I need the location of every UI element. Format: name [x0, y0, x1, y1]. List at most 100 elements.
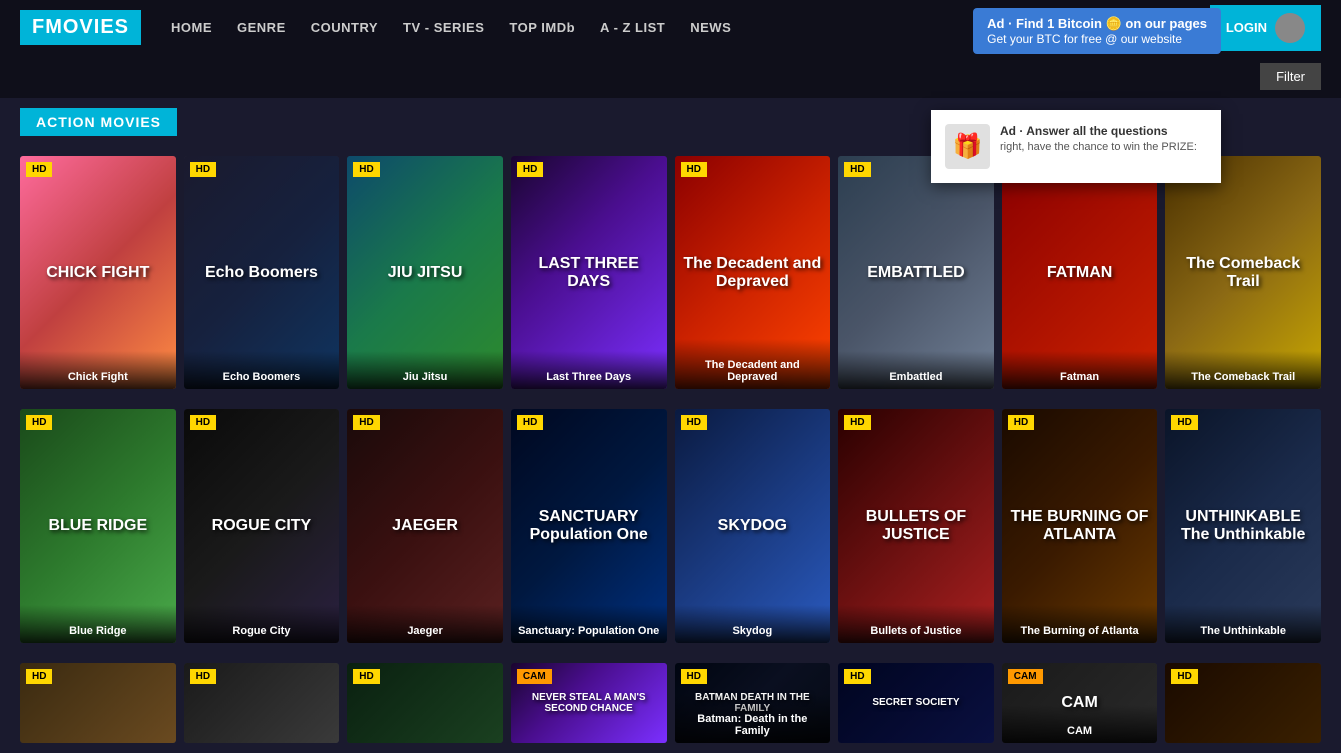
hd-badge: HD [517, 162, 543, 177]
hd-badge: HD [1171, 415, 1197, 430]
ad-bitcoin-subtitle: Get your BTC for free @ our website [987, 32, 1207, 46]
movie-card-fatman[interactable]: FATMAN HD Fatman [1002, 156, 1158, 389]
nav-a-z-list[interactable]: A - Z LIST [600, 20, 665, 35]
bullets-text: BULLETS OF JUSTICE [838, 500, 994, 552]
main-nav: HOME GENRE COUNTRY TV - SERIES TOP IMDb … [171, 20, 731, 35]
decadent-text: The Decadent and Depraved [675, 247, 831, 299]
burning-title: The Burning of Atlanta [1002, 605, 1158, 643]
comeback-text: The Comeback Trail [1165, 247, 1321, 299]
jaeger-text: JAEGER [384, 509, 466, 543]
movie-card-row3-4[interactable]: NEVER STEAL A MAN'S SECOND CHANCE CAM [511, 663, 667, 743]
row3-1-text [90, 695, 106, 711]
ad-quiz-banner[interactable]: 🎁 Ad · Answer all the questions right, h… [931, 110, 1221, 183]
embattled-text: EMBATTLED [859, 256, 972, 290]
login-label: LOGIN [1226, 20, 1267, 35]
movie-grid-row3: HD HD HD NEVER STEAL A MAN'S SECOND CHAN… [0, 653, 1341, 753]
user-avatar [1275, 13, 1305, 43]
movie-card-rogue-city[interactable]: ROGUE CITY HD Rogue City [184, 409, 340, 642]
burning-text: THE BURNING OF ATLANTA [1002, 500, 1158, 552]
movie-card-jaeger[interactable]: JAEGER HD Jaeger [347, 409, 503, 642]
comeback-title: The Comeback Trail [1165, 351, 1321, 389]
cam-badge: CAM [1008, 669, 1043, 684]
ad-bitcoin-title: Ad · Find 1 Bitcoin 🪙 on our pages [987, 16, 1207, 32]
login-button[interactable]: LOGIN [1210, 5, 1321, 51]
movie-card-jiu-jitsu[interactable]: JIU JITSU HD Jiu Jitsu [347, 156, 503, 389]
jiu-jitsu-title: Jiu Jitsu [347, 351, 503, 389]
skydog-text: SKYDOG [710, 509, 795, 543]
movie-card-skydog[interactable]: SKYDOG HD Skydog [675, 409, 831, 642]
hd-badge: HD [26, 669, 52, 684]
hd-badge: HD [844, 162, 870, 177]
movie-card-sanctuary[interactable]: SANCTUARY Population One HD Sanctuary: P… [511, 409, 667, 642]
echo-boomers-text: Echo Boomers [197, 256, 326, 290]
row3-4-text: NEVER STEAL A MAN'S SECOND CHANCE [511, 684, 667, 722]
movie-card-unthinkable[interactable]: UNTHINKABLE The Unthinkable HD The Unthi… [1165, 409, 1321, 642]
sanctuary-text: SANCTUARY Population One [511, 500, 667, 552]
jaeger-title: Jaeger [347, 605, 503, 643]
jiu-jitsu-text: JIU JITSU [380, 256, 471, 290]
blue-ridge-text: BLUE RIDGE [40, 509, 155, 543]
movie-card-embattled[interactable]: EMBATTLED HD Embattled [838, 156, 994, 389]
nav-top-imdb[interactable]: TOP IMDb [509, 20, 575, 35]
chick-fight-title: Chick Fight [20, 351, 176, 389]
movie-card-batman[interactable]: BATMAN DEATH IN THE FAMILY HD Batman: De… [675, 663, 831, 743]
fatman-text: FATMAN [1039, 256, 1120, 290]
movie-card-row3-8[interactable]: HD [1165, 663, 1321, 743]
nav-home[interactable]: HOME [171, 20, 212, 35]
movie-card-blue-ridge[interactable]: BLUE RIDGE HD Blue Ridge [20, 409, 176, 642]
hd-badge: HD [353, 415, 379, 430]
cam-title: CAM [1002, 705, 1158, 743]
skydog-title: Skydog [675, 605, 831, 643]
movie-card-last-three-days[interactable]: LAST THREE DAYS HD Last Three Days [511, 156, 667, 389]
hd-badge: HD [190, 669, 216, 684]
hd-badge: HD [26, 415, 52, 430]
ad-quiz-text: Ad · Answer all the questions right, hav… [1000, 124, 1197, 153]
embattled-title: Embattled [838, 351, 994, 389]
movie-card-decadent[interactable]: The Decadent and Depraved HD The Decaden… [675, 156, 831, 389]
ad-quiz-subtitle: right, have the chance to win the PRIZE: [1000, 141, 1197, 153]
sanctuary-title: Sanctuary: Population One [511, 605, 667, 643]
movie-card-comeback-trail[interactable]: The Comeback Trail HD The Comeback Trail [1165, 156, 1321, 389]
chick-fight-text: CHICK FIGHT [38, 256, 157, 290]
ad-bitcoin-banner[interactable]: Ad · Find 1 Bitcoin 🪙 on our pages Get y… [973, 8, 1221, 54]
ad-quiz-title: Ad · Answer all the questions [1000, 124, 1197, 138]
batman-title: Batman: Death in the Family [675, 693, 831, 743]
fatman-title: Fatman [1002, 351, 1158, 389]
cam-badge: CAM [517, 669, 552, 684]
nav-genre[interactable]: GENRE [237, 20, 286, 35]
movie-card-echo-boomers[interactable]: Echo Boomers HD Echo Boomers [184, 156, 340, 389]
nav-tv-series[interactable]: TV - SERIES [403, 20, 484, 35]
hd-badge: HD [681, 669, 707, 684]
section-title: ACTION MOVIES [20, 108, 177, 136]
logo[interactable]: FMOVIES [20, 10, 141, 45]
nav-country[interactable]: COUNTRY [311, 20, 378, 35]
hd-badge: HD [517, 415, 543, 430]
movie-card-secret-society[interactable]: SECRET SOCIETY HD [838, 663, 994, 743]
nav-news[interactable]: NEWS [690, 20, 731, 35]
ad-quiz-icon: 🎁 [945, 124, 990, 169]
unthinkable-text: UNTHINKABLE The Unthinkable [1165, 500, 1321, 552]
filter-bar: Filter [0, 55, 1341, 98]
filter-button[interactable]: Filter [1260, 63, 1321, 90]
unthinkable-title: The Unthinkable [1165, 605, 1321, 643]
hd-badge: HD [190, 162, 216, 177]
movie-card-row3-1[interactable]: HD [20, 663, 176, 743]
bullets-title: Bullets of Justice [838, 605, 994, 643]
movie-card-row3-2[interactable]: HD [184, 663, 340, 743]
movie-grid-row1: CHICK FIGHT HD Chick Fight Echo Boomers … [0, 146, 1341, 399]
movie-card-row3-3[interactable]: HD [347, 663, 503, 743]
blue-ridge-title: Blue Ridge [20, 605, 176, 643]
movie-card-chick-fight[interactable]: CHICK FIGHT HD Chick Fight [20, 156, 176, 389]
hd-badge: HD [1008, 415, 1034, 430]
movie-card-burning[interactable]: THE BURNING OF ATLANTA HD The Burning of… [1002, 409, 1158, 642]
movie-card-bullets[interactable]: BULLETS OF JUSTICE HD Bullets of Justice [838, 409, 994, 642]
movie-grid-row2: BLUE RIDGE HD Blue Ridge ROGUE CITY HD R… [0, 399, 1341, 652]
hd-badge: HD [190, 415, 216, 430]
rogue-city-text: ROGUE CITY [204, 509, 320, 543]
hd-badge: HD [1171, 669, 1197, 684]
hd-badge: HD [353, 162, 379, 177]
movie-card-cam[interactable]: CAM CAM CAM [1002, 663, 1158, 743]
hd-badge: HD [353, 669, 379, 684]
decadent-title: The Decadent and Depraved [675, 339, 831, 389]
rogue-city-title: Rogue City [184, 605, 340, 643]
